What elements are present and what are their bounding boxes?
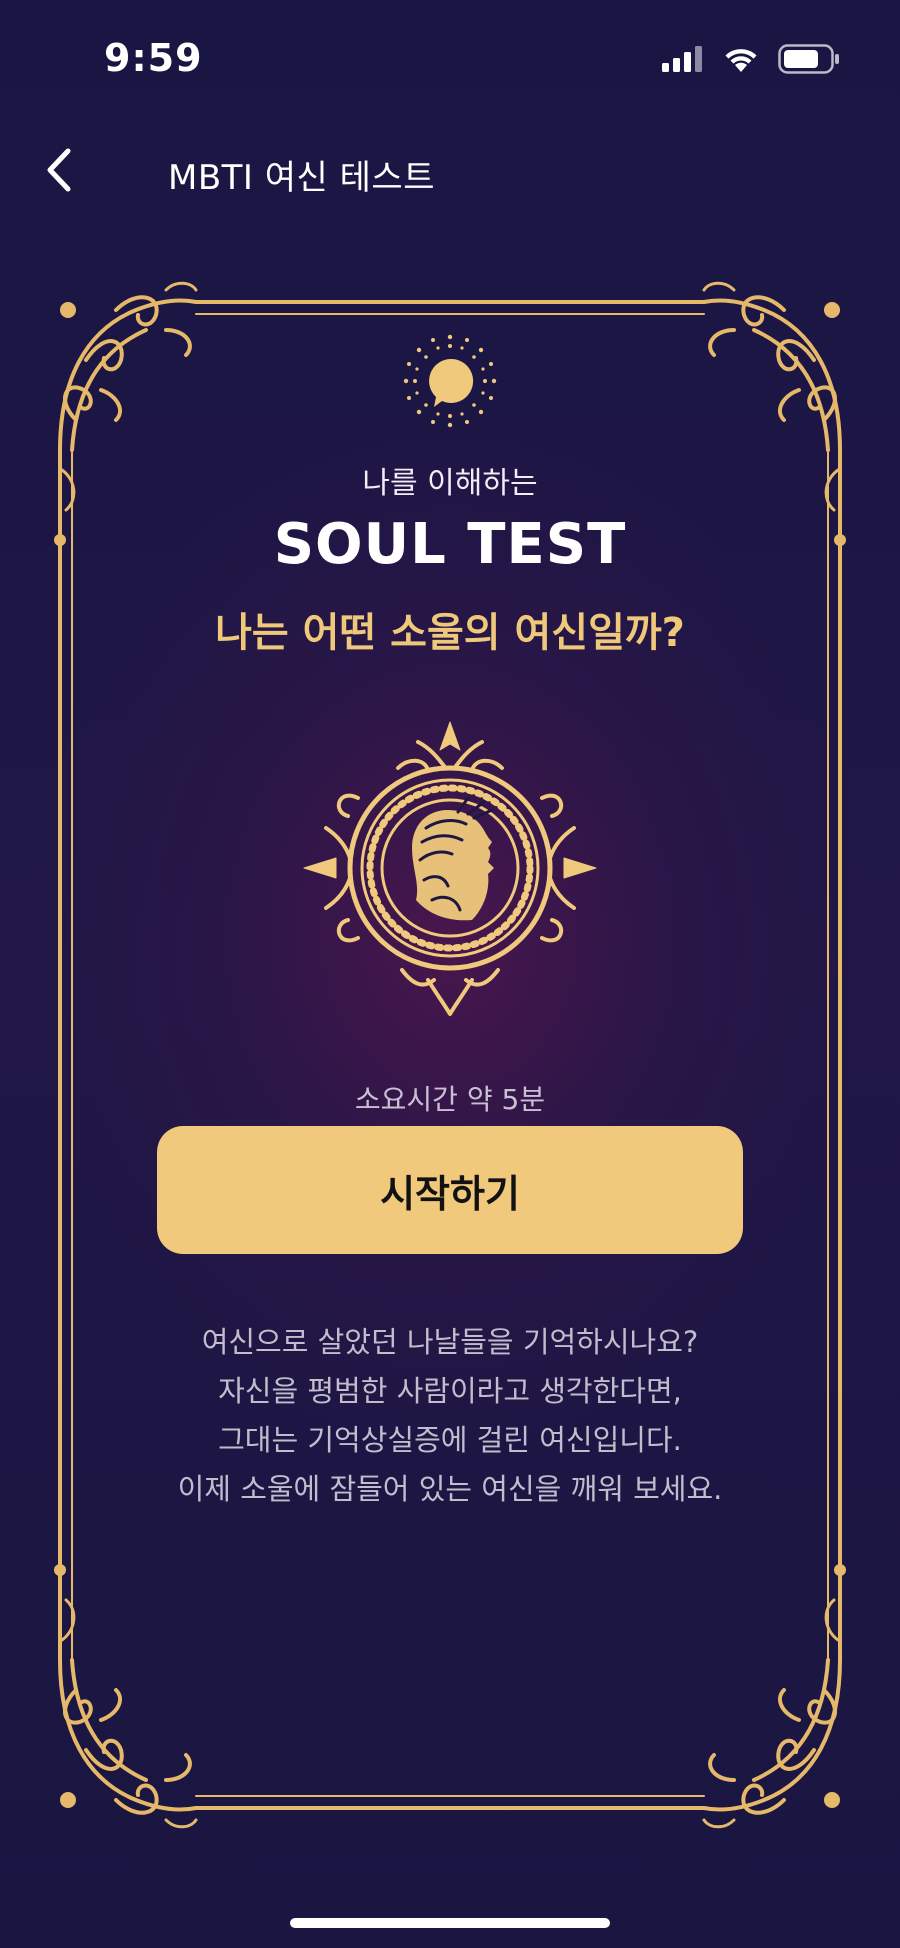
- test-description: 여신으로 살았던 나날들을 기억하시나요? 자신을 평범한 사람이라고 생각한다…: [0, 1318, 900, 1514]
- hero-question: 나는 어떤 소울의 여신일까?: [215, 610, 685, 656]
- hero-subtitle: 나를 이해하는: [362, 466, 538, 501]
- start-button-label: 시작하기: [380, 1171, 520, 1216]
- cellular-signal-icon: [662, 46, 702, 72]
- test-duration: 소요시간 약 5분: [354, 1083, 546, 1116]
- start-button[interactable]: 시작하기: [157, 1126, 743, 1254]
- status-bar: 9:59: [0, 0, 900, 120]
- description-line: 여신으로 살았던 나날들을 기억하시나요?: [201, 1325, 699, 1359]
- wifi-icon: [725, 49, 757, 72]
- description-line: 자신을 평범한 사람이라고 생각한다면,: [218, 1374, 682, 1408]
- hero-title: SOUL TEST: [273, 512, 627, 577]
- goddess-medallion-emblem: [303, 721, 597, 1016]
- nav-bar: MBTI 여신 테스트: [0, 130, 900, 210]
- status-icons: [662, 44, 840, 74]
- chevron-left-icon: [47, 148, 71, 192]
- status-time: 9:59: [104, 36, 203, 80]
- back-button[interactable]: [28, 140, 88, 200]
- ornate-frame: [54, 281, 846, 1829]
- description-line: 이제 소울에 잠들어 있는 여신을 깨워 보세요.: [177, 1472, 723, 1506]
- sun-speech-bubble-logo: [403, 334, 497, 428]
- battery-icon: [778, 44, 839, 74]
- description-line: 그대는 기억상실증에 걸린 여신입니다.: [218, 1423, 682, 1457]
- page-title: MBTI 여신 테스트: [168, 158, 435, 198]
- home-indicator[interactable]: [290, 1918, 610, 1928]
